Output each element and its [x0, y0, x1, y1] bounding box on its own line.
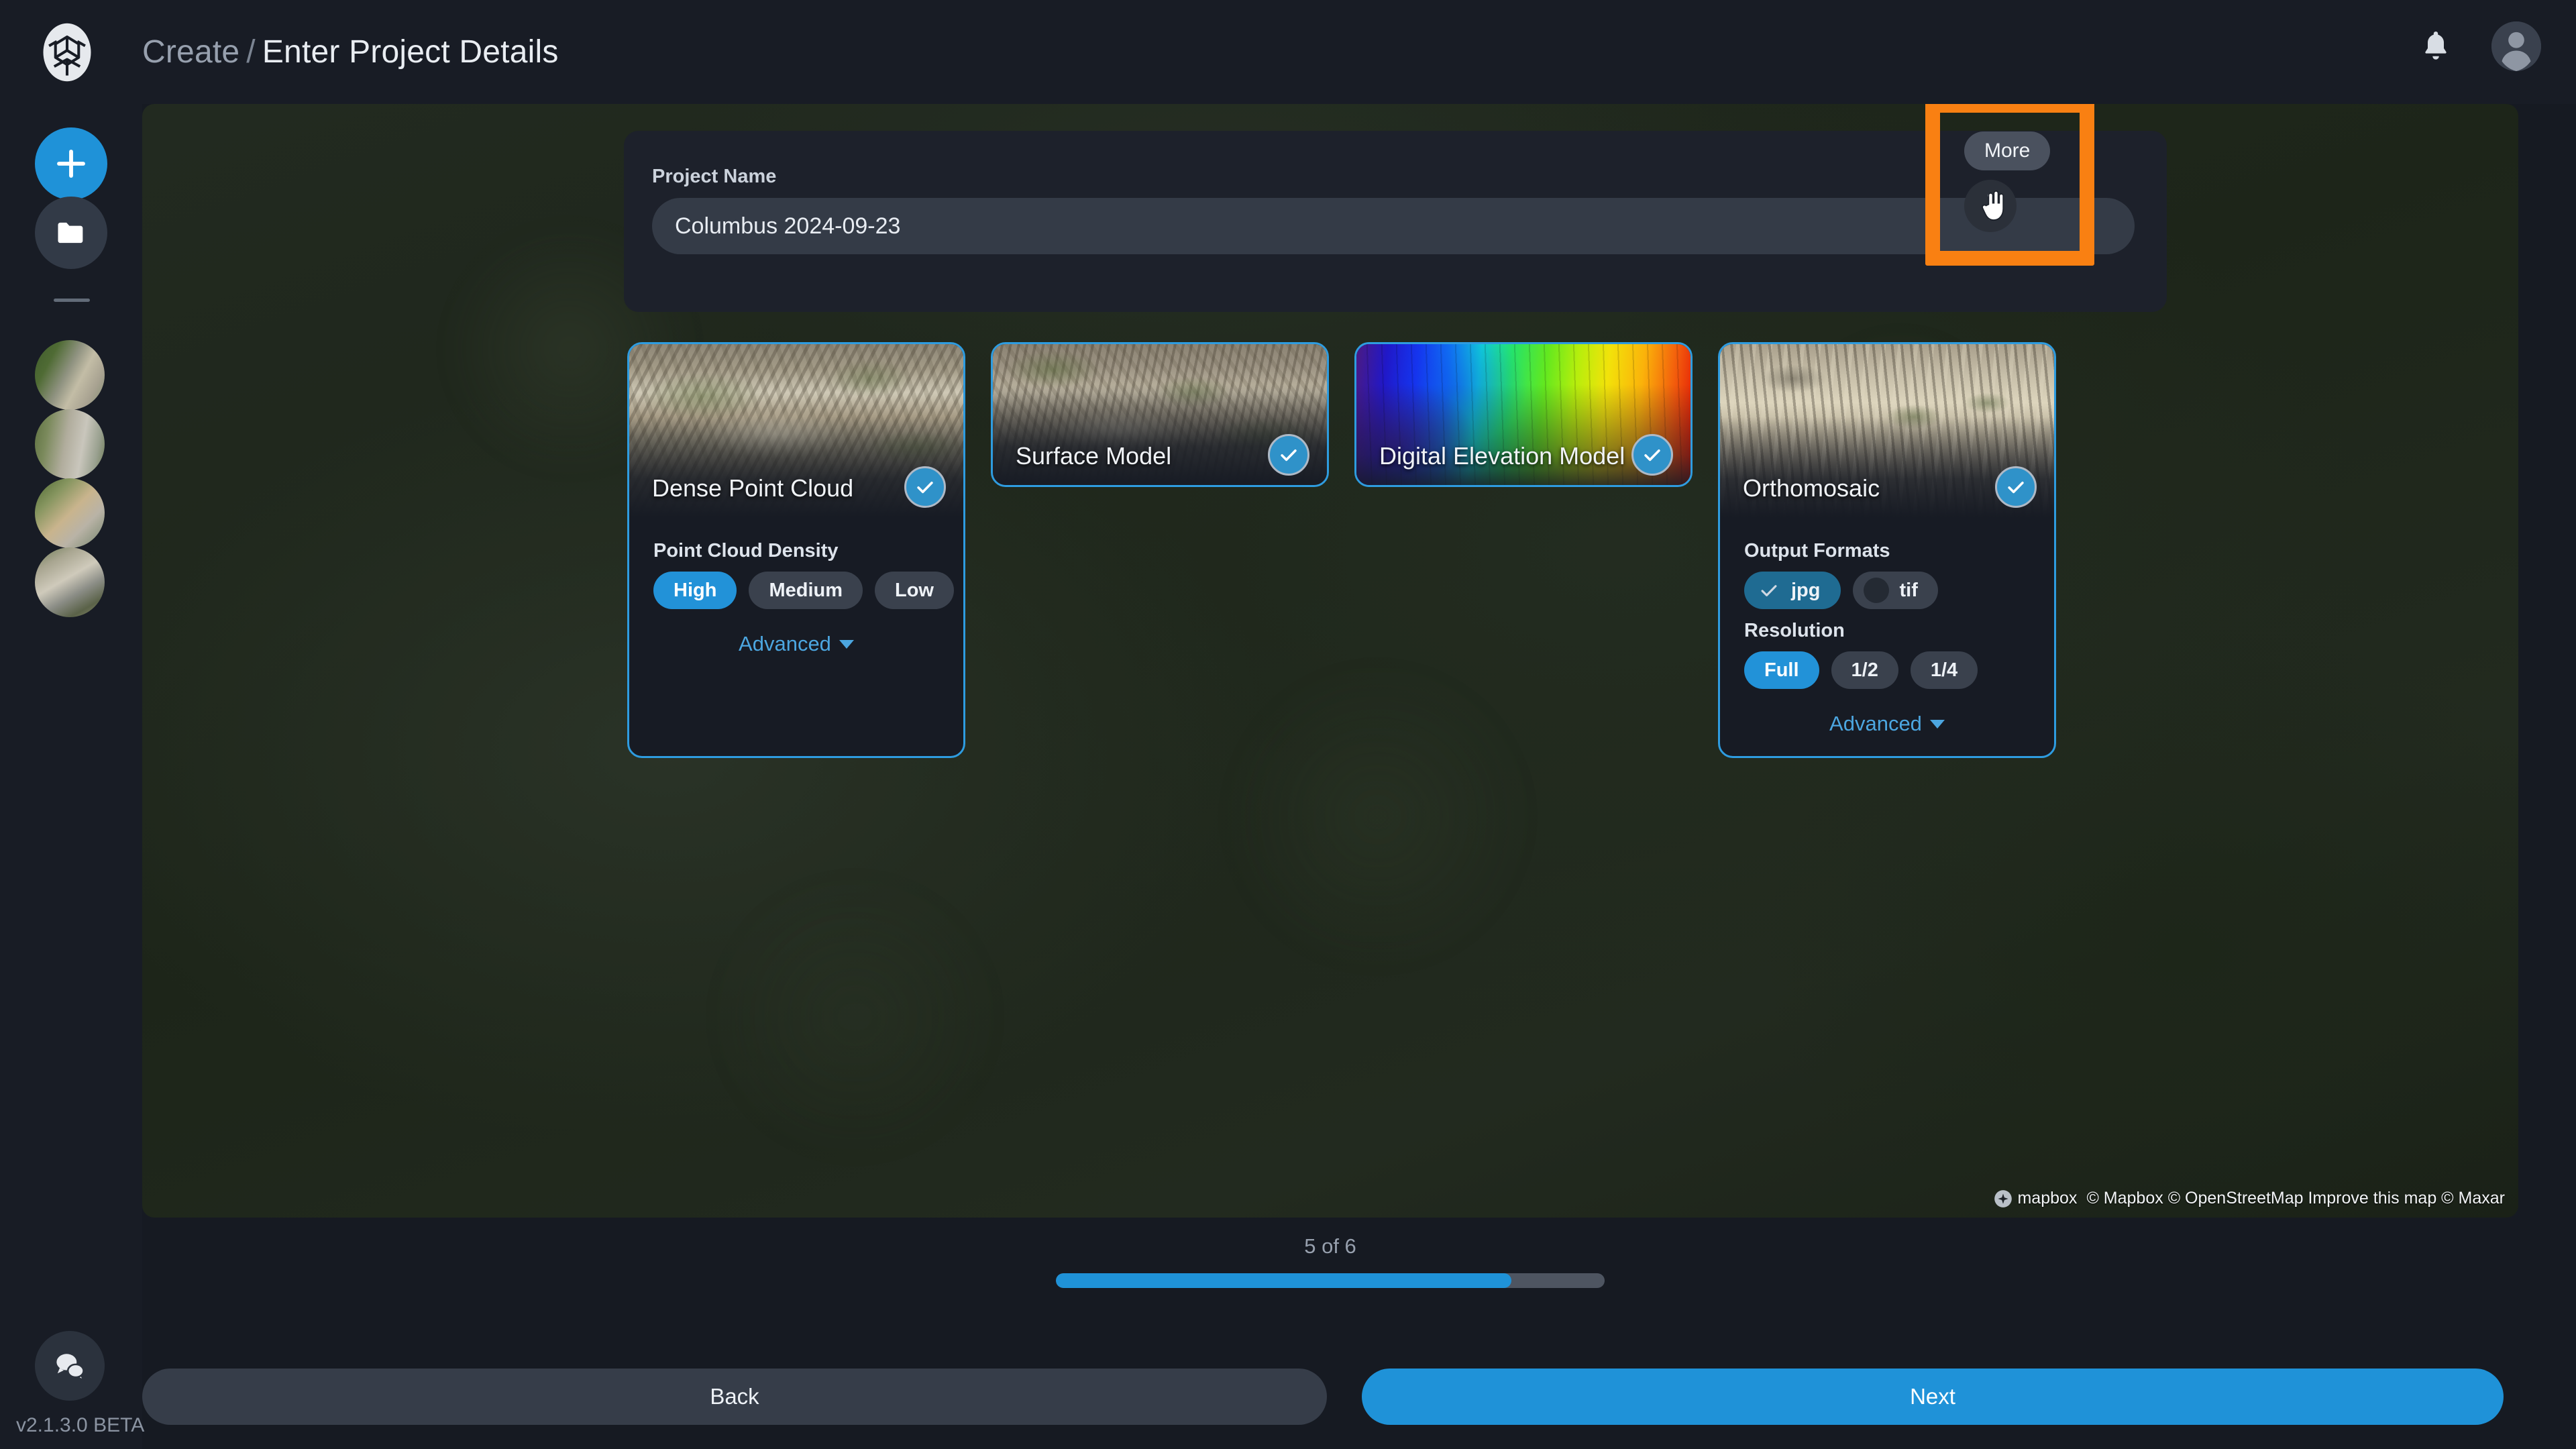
density-chip-low[interactable]: Low — [875, 572, 954, 609]
project-thumbnail-4 — [35, 547, 105, 617]
output-format-chip-group: jpg tif — [1744, 572, 2030, 609]
chevron-down-icon — [839, 640, 854, 649]
card-hero: Orthomosaic — [1720, 344, 2054, 517]
wizard-progress: 5 of 6 — [142, 1234, 2518, 1288]
format-chip-jpg[interactable]: jpg — [1744, 572, 1841, 609]
breadcrumb: Create/Enter Project Details — [142, 34, 559, 70]
product-card-surface-model[interactable]: Surface Model — [991, 342, 1329, 487]
format-chip-tif-label: tif — [1900, 580, 1918, 602]
option-label-density: Point Cloud Density — [653, 540, 939, 562]
project-details-panel: Project Name — [624, 131, 2167, 312]
sidebar-item-project-2[interactable] — [35, 409, 105, 479]
step-counter: 5 of 6 — [1304, 1234, 1356, 1258]
project-thumbnail-2 — [35, 409, 105, 479]
option-label-output-formats: Output Formats — [1744, 540, 2030, 562]
app-root: mapbox © Mapbox © OpenStreetMap Improve … — [0, 0, 2576, 1449]
option-label-resolution: Resolution — [1744, 620, 2030, 642]
advanced-toggle-dense-point-cloud[interactable]: Advanced — [653, 632, 939, 656]
product-card-digital-elevation-model[interactable]: Digital Elevation Model — [1354, 342, 1693, 487]
format-chip-tif[interactable]: tif — [1853, 572, 1938, 609]
sidebar-item-project-1[interactable] — [35, 340, 105, 410]
check-circle-icon[interactable] — [904, 466, 946, 508]
project-thumbnail-3 — [35, 478, 105, 548]
advanced-label: Advanced — [739, 632, 831, 656]
resolution-chip-quarter[interactable]: 1/4 — [1911, 651, 1978, 689]
page-title: Enter Project Details — [262, 34, 559, 70]
header-actions — [2418, 21, 2541, 71]
project-name-input[interactable] — [652, 198, 2135, 254]
product-cards: Dense Point Cloud Point Cloud Density Hi… — [627, 342, 2056, 758]
resolution-chip-full[interactable]: Full — [1744, 651, 1819, 689]
card-hero: Surface Model — [993, 344, 1327, 485]
back-button[interactable]: Back — [142, 1368, 1327, 1425]
attribution-text[interactable]: © Mapbox © OpenStreetMap Improve this ma… — [2086, 1189, 2505, 1208]
sidebar-item-project-4[interactable] — [35, 547, 105, 617]
breadcrumb-create[interactable]: Create — [142, 34, 239, 70]
app-version-label: v2.1.3.0 BETA — [16, 1414, 144, 1437]
mapbox-logo-icon: mapbox — [1994, 1189, 2077, 1208]
product-card-orthomosaic[interactable]: Orthomosaic Output Formats jpg — [1718, 342, 2056, 758]
card-title: Dense Point Cloud — [652, 474, 853, 502]
bell-icon[interactable] — [2418, 26, 2454, 66]
left-sidebar: v2.1.3.0 BETA — [0, 104, 142, 1449]
product-card-dense-point-cloud[interactable]: Dense Point Cloud Point Cloud Density Hi… — [627, 342, 965, 758]
card-body: Output Formats jpg tif Resolution — [1720, 517, 2054, 756]
card-title: Orthomosaic — [1743, 474, 1880, 502]
resolution-chip-half[interactable]: 1/2 — [1831, 651, 1898, 689]
format-chip-jpg-label: jpg — [1791, 580, 1821, 602]
check-circle-icon[interactable] — [1631, 434, 1673, 476]
cube-logo-icon[interactable] — [32, 17, 102, 87]
breadcrumb-separator: / — [246, 34, 256, 70]
check-icon — [1758, 579, 1780, 602]
project-name-label: Project Name — [652, 166, 776, 188]
advanced-toggle-orthomosaic[interactable]: Advanced — [1744, 712, 2030, 736]
card-title: Digital Elevation Model — [1379, 442, 1625, 470]
check-circle-icon[interactable] — [1995, 466, 2037, 508]
unchecked-circle-icon — [1864, 578, 1889, 603]
progress-fill — [1056, 1273, 1511, 1288]
map-attribution: mapbox © Mapbox © OpenStreetMap Improve … — [1994, 1189, 2505, 1208]
card-hero: Digital Elevation Model — [1356, 344, 1690, 485]
add-project-button[interactable] — [35, 127, 107, 200]
folder-button[interactable] — [35, 197, 107, 269]
mapbox-wordmark: mapbox — [2017, 1189, 2077, 1208]
resolution-chip-group: Full 1/2 1/4 — [1744, 651, 2030, 689]
advanced-label: Advanced — [1829, 712, 1922, 736]
card-body: Point Cloud Density High Medium Low Adva… — [629, 517, 963, 676]
card-title: Surface Model — [1016, 442, 1171, 470]
chevron-down-icon — [1930, 720, 1945, 729]
density-chip-medium[interactable]: Medium — [749, 572, 863, 609]
chat-bubbles-icon[interactable] — [35, 1331, 105, 1401]
density-chip-high[interactable]: High — [653, 572, 737, 609]
next-button[interactable]: Next — [1362, 1368, 2504, 1425]
more-tooltip: More — [1964, 131, 2050, 170]
app-header: Create/Enter Project Details — [0, 0, 2576, 104]
sidebar-divider — [54, 299, 90, 302]
density-chip-group: High Medium Low — [653, 572, 939, 609]
pointing-hand-cursor-icon — [1978, 189, 2008, 227]
user-avatar-icon[interactable] — [2491, 21, 2541, 71]
wizard-actions: Back Next — [142, 1368, 2556, 1425]
project-thumbnail-1 — [35, 340, 105, 410]
sidebar-item-project-3[interactable] — [35, 478, 105, 548]
card-hero: Dense Point Cloud — [629, 344, 963, 517]
progress-track — [1056, 1273, 1605, 1288]
check-circle-icon[interactable] — [1268, 434, 1309, 476]
